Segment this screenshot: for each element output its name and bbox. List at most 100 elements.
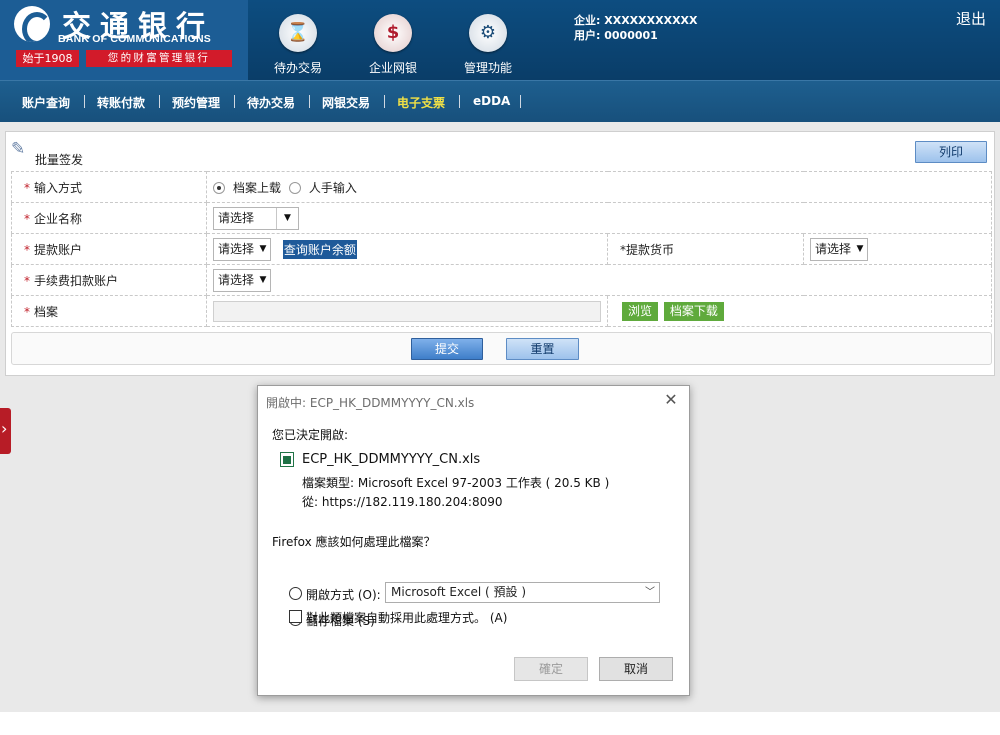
currency-select-value: 请选择 (815, 241, 852, 256)
account-label: * 提款账户 (11, 233, 207, 265)
dialog-source: 從: https://182.119.180.204:8090 (302, 495, 503, 509)
fee-account-select-value: 请选择 (218, 272, 255, 287)
chevron-down-icon (276, 207, 298, 229)
pencil-icon: ✎ (11, 139, 26, 159)
nav-corporate-banking[interactable]: $ 企业网银 (358, 10, 428, 75)
menu-divider (234, 95, 235, 108)
submit-button[interactable]: 提交 (411, 338, 483, 360)
company-select[interactable]: 请选择 (213, 206, 299, 230)
fee-account-select[interactable]: 请选择 (213, 268, 271, 292)
reset-button[interactable]: 重置 (506, 338, 579, 360)
open-with-select[interactable]: Microsoft Excel ( 預設 ) ﹀ (385, 582, 660, 603)
currency-label: *提款货币 (607, 233, 804, 265)
dialog-file-type: 檔案類型: Microsoft Excel 97-2003 工作表 ( 20.5… (302, 476, 610, 490)
main-menu: 账户查询 转账付款 预约管理 待办交易 网银交易 电子支票 eDDA (0, 80, 1000, 122)
row-input-method: * 输入方式 档案上载 人手输入 (11, 171, 992, 203)
batch-issue-panel: ✎ 批量签发 列印 * 输入方式 档案上载 人手输入 * 企业名称 请选择 * 提款账… (5, 131, 995, 376)
row-file: * 档案 浏览 档案下载 (11, 295, 992, 327)
nav-management[interactable]: ⚙ 管理功能 (453, 10, 523, 75)
user-info: 企业: XXXXXXXXXXX 用户: 0000001 (574, 13, 698, 43)
menu-ebank-transactions[interactable]: 网银交易 (322, 94, 370, 111)
bank-logo: 交通银行 BANK OF COMMUNICATIONS 始于1908 您的财富管… (0, 0, 248, 80)
currency-select[interactable]: 请选择 (810, 237, 868, 261)
chevron-down-icon: ﹀ (645, 587, 655, 598)
logout-link[interactable]: 退出 (956, 8, 986, 29)
required-mark: * (24, 180, 30, 195)
file-cell (206, 295, 608, 327)
radio-manual-input[interactable] (288, 181, 301, 194)
fee-account-label: * 手续费扣款账户 (11, 264, 207, 296)
menu-pending[interactable]: 待办交易 (247, 94, 295, 111)
gears-glyph: ⚙ (479, 22, 497, 43)
browse-button[interactable]: 浏览 (622, 301, 659, 321)
print-button[interactable]: 列印 (915, 141, 987, 163)
menu-echeque[interactable]: 电子支票 (397, 94, 445, 111)
input-method-options: 档案上载 人手输入 (206, 171, 992, 203)
cancel-button[interactable]: 取消 (599, 657, 673, 681)
company-select-value: 请选择 (218, 210, 255, 225)
menu-transfer[interactable]: 转账付款 (97, 94, 145, 111)
slogan-badge: 您的财富管理银行 (86, 50, 232, 67)
panel-title-text: 批量签发 (35, 153, 84, 167)
radio-open-with[interactable] (289, 587, 302, 600)
hourglass-icon: ⌛ (279, 14, 317, 52)
account-label-text: 提款账户 (34, 242, 83, 257)
file-actions: 浏览 档案下载 (607, 295, 992, 327)
nav-pending-transactions[interactable]: ⌛ 待办交易 (263, 10, 333, 75)
check-balance-link[interactable]: 查询账户余额 (282, 239, 357, 259)
monitor-dollar-glyph: $ (386, 22, 400, 43)
side-expand-tab[interactable] (0, 408, 11, 454)
row-fee-account: * 手续费扣款账户 请选择 (11, 264, 992, 296)
dialog-question: Firefox 應該如何處理此檔案？ (272, 535, 436, 549)
footer-strip (0, 712, 1000, 735)
auto-handle-label: 對此類檔案自動採用此處理方式。 (A) (306, 611, 508, 625)
account-select[interactable]: 请选择 (213, 237, 271, 261)
close-icon[interactable]: ✕ (661, 390, 681, 410)
menu-scheduled[interactable]: 预约管理 (172, 94, 220, 111)
action-bar: 提交 重置 (11, 332, 992, 365)
hourglass-glyph: ⌛ (286, 22, 310, 43)
gears-icon: ⚙ (469, 14, 507, 52)
file-label-text: 档案 (34, 304, 59, 319)
currency-cell: 请选择 (803, 233, 992, 265)
nav-pending-transactions-label: 待办交易 (273, 61, 322, 75)
chevron-down-icon (853, 239, 867, 260)
account-select-value: 请选择 (218, 241, 255, 256)
nav-management-label: 管理功能 (463, 61, 512, 75)
menu-divider (309, 95, 310, 108)
chevron-down-icon (256, 270, 270, 291)
file-download-button[interactable]: 档案下载 (663, 301, 724, 321)
menu-divider (159, 95, 160, 108)
dialog-titlebar: 開啟中: ECP_HK_DDMMYYYY_CN.xls ✕ (258, 386, 689, 416)
row-company: * 企业名称 请选择 (11, 202, 992, 234)
required-mark: * (24, 304, 30, 319)
company-cell: 请选择 (206, 202, 992, 234)
menu-divider (520, 95, 521, 108)
download-dialog: 開啟中: ECP_HK_DDMMYYYY_CN.xls ✕ 您已決定開啟: EC… (257, 385, 690, 696)
company-label: * 企业名称 (11, 202, 207, 234)
menu-divider (459, 95, 460, 108)
file-label: * 档案 (11, 295, 207, 327)
dialog-intro: 您已決定開啟: (272, 428, 349, 442)
bank-logo-icon (14, 6, 50, 42)
bank-name-en: BANK OF COMMUNICATIONS (58, 33, 211, 45)
row-account: * 提款账户 请选择 查询账户余额 *提款货币 请选择 (11, 233, 992, 265)
menu-divider (384, 95, 385, 108)
menu-account-inquiry[interactable]: 账户查询 (22, 94, 70, 111)
input-method-label-text: 输入方式 (34, 180, 83, 195)
excel-file-icon (280, 452, 294, 467)
company-label-text: 企业名称 (34, 211, 83, 226)
auto-handle-checkbox[interactable] (289, 610, 302, 623)
required-mark: * (24, 273, 30, 288)
company-label: 企业: XXXXXXXXXXX (574, 14, 698, 27)
input-method-label: * 输入方式 (11, 171, 207, 203)
radio-open-with-label: 開啟方式 (O): (306, 588, 381, 602)
menu-edda[interactable]: eDDA (473, 94, 510, 108)
radio-file-upload[interactable] (213, 181, 225, 194)
account-cell: 请选择 查询账户余额 (206, 233, 608, 265)
ok-button[interactable]: 確定 (514, 657, 588, 681)
nav-corporate-banking-label: 企业网银 (368, 61, 417, 75)
required-mark: * (24, 242, 30, 257)
file-path-field[interactable] (213, 300, 601, 322)
dialog-body: 您已決定開啟: ECP_HK_DDMMYYYY_CN.xls 檔案類型: Mic… (258, 416, 689, 695)
